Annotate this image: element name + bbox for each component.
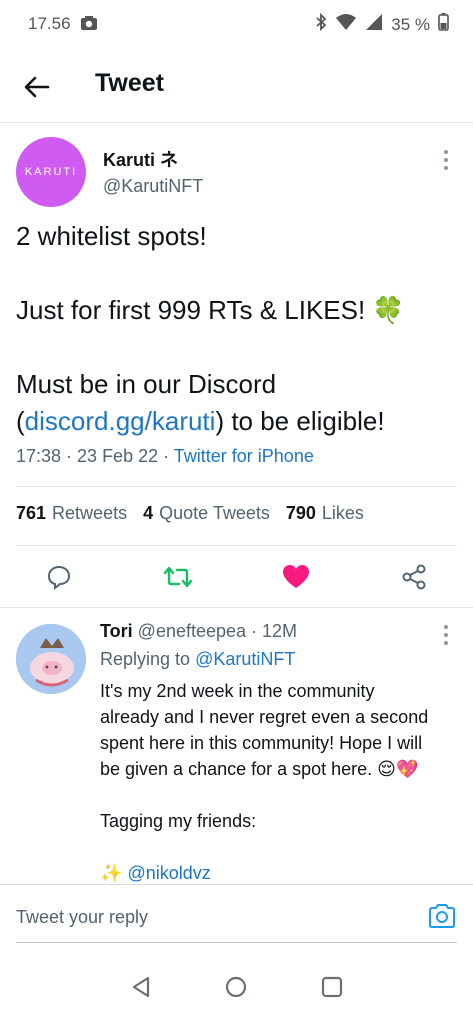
reply-button[interactable]: [42, 560, 76, 594]
status-bar: 17.56 35 %: [0, 0, 473, 50]
retweets-stat[interactable]: 761 Retweets: [16, 503, 127, 524]
heart-icon: [283, 565, 309, 588]
tweet-timestamp: 17:38 · 23 Feb 22 ·: [16, 446, 174, 466]
tweet-stats: 761 Retweets 4 Quote Tweets 790 Likes: [16, 503, 380, 524]
reply-line: It's my 2nd week in the community: [100, 681, 375, 701]
quote-tweets-stat[interactable]: 4 Quote Tweets: [143, 503, 270, 524]
camera-icon: [429, 904, 455, 928]
nav-recents-button[interactable]: [320, 975, 344, 999]
replying-to-handle[interactable]: @KarutiNFT: [195, 649, 295, 669]
nav-recents-icon: [321, 976, 343, 998]
tweet-actions: [0, 560, 473, 594]
divider: [0, 607, 473, 608]
author-handle[interactable]: @KarutiNFT: [103, 176, 203, 197]
tweet-line: 2 whitelist spots!: [16, 221, 207, 251]
divider: [16, 486, 457, 487]
share-button[interactable]: [397, 560, 431, 594]
divider: [16, 545, 457, 546]
camera-notification-icon: [80, 15, 98, 31]
system-nav-bar: [0, 945, 473, 1024]
share-icon: [402, 564, 426, 590]
reply-icon: [47, 565, 71, 590]
mention-link[interactable]: @nikoldvz: [127, 863, 210, 883]
tweet-line: Must be in our Discord: [16, 369, 277, 399]
avatar-logo-text: KARUTI: [24, 166, 78, 178]
author-name[interactable]: Karuti ネ: [103, 146, 178, 172]
reply-line: [100, 834, 460, 860]
reply-input[interactable]: Tweet your reply: [16, 907, 148, 928]
page-title: Tweet: [95, 69, 164, 97]
battery-icon: [438, 13, 449, 36]
nav-back-icon: [132, 976, 150, 998]
like-button[interactable]: [279, 560, 313, 594]
status-indicators: 35 %: [315, 12, 449, 36]
reply-text: It's my 2nd week in the community alread…: [100, 678, 460, 886]
signal-icon: [365, 13, 383, 36]
reply-line: be given a chance for a spot here. 😌💖: [100, 759, 419, 779]
retweet-button[interactable]: [161, 560, 195, 594]
back-arrow-icon: [24, 76, 50, 98]
sparkles-emoji: ✨: [100, 863, 123, 883]
reply-handle-time: @enefteepea · 12M: [132, 621, 298, 641]
wifi-icon: [335, 13, 357, 36]
app-header: Tweet: [0, 50, 473, 123]
tweet-source-link[interactable]: Twitter for iPhone: [174, 446, 314, 466]
author-avatar[interactable]: KARUTI: [16, 137, 86, 207]
replying-to: Replying to @KarutiNFT: [100, 649, 296, 669]
reply-author-name[interactable]: Tori: [100, 621, 133, 641]
battery-percent: 35 %: [391, 14, 430, 34]
reply-line: Tagging my friends:: [100, 811, 257, 831]
status-time: 17.56: [28, 14, 71, 33]
reply-line: [100, 782, 460, 808]
discord-link[interactable]: discord.gg/karuti: [25, 406, 216, 436]
reply-compose-bar: Tweet your reply: [0, 884, 473, 943]
reply-more-options-icon[interactable]: [441, 625, 451, 645]
nav-home-button[interactable]: [224, 975, 248, 999]
compose-underline: [16, 942, 457, 943]
avatar-illustration: [16, 624, 86, 694]
camera-button[interactable]: [427, 903, 457, 929]
tweet-more-options-icon[interactable]: [441, 150, 451, 170]
nav-back-button[interactable]: [129, 975, 153, 999]
reply-line: already and I never regret even a second: [100, 707, 429, 727]
back-button[interactable]: [20, 70, 54, 104]
tweet-line: Just for first 999 RTs & LIKES! 🍀: [16, 295, 405, 325]
reply-header: Tori @enefteepea · 12M: [100, 621, 297, 642]
tweet-meta: 17:38 · 23 Feb 22 · Twitter for iPhone: [16, 446, 314, 467]
likes-stat[interactable]: 790 Likes: [286, 503, 364, 524]
reply-author-avatar[interactable]: [16, 624, 86, 694]
nav-home-icon: [225, 976, 247, 998]
bluetooth-icon: [315, 12, 327, 36]
tweet-text: 2 whitelist spots! Just for first 999 RT…: [16, 218, 461, 440]
retweet-icon: [163, 566, 193, 588]
reply-line: spent here in this community! Hope I wil…: [100, 733, 423, 753]
